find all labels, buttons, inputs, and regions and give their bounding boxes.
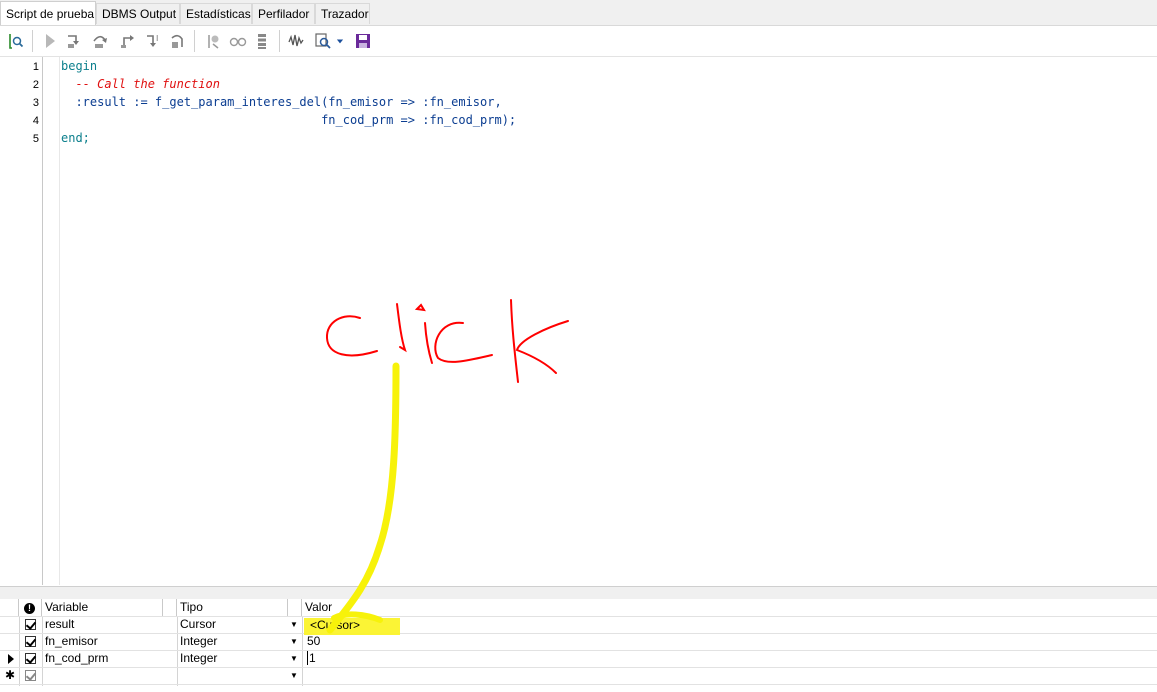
new-row[interactable]: ✱ ▼ [0, 667, 1157, 685]
new-row-marker-icon: ✱ [5, 668, 16, 682]
type-cell[interactable]: Cursor [177, 616, 287, 633]
line-number: 4 [32, 115, 39, 127]
variables-grid: ! Variable Tipo Valor result Cursor ▼ fn… [0, 599, 1157, 692]
line-number: 2 [32, 79, 39, 91]
code-line-comment[interactable]: -- Call the function [61, 75, 220, 93]
type-cell[interactable]: Integer [177, 633, 287, 650]
tab-strip: Script de prueba DBMS Output Estadística… [0, 0, 1157, 26]
save-icon[interactable] [353, 31, 373, 51]
type-dropdown-icon[interactable]: ▼ [289, 650, 299, 667]
code-line[interactable]: begin [61, 57, 97, 75]
value-cell[interactable]: 50 [304, 633, 604, 650]
tab-estadisticas[interactable]: Estadísticas [180, 3, 252, 24]
run-to-exception-icon[interactable]: I [143, 31, 163, 51]
type-cell[interactable]: Integer [177, 650, 287, 667]
column-header-valor[interactable]: Valor [302, 599, 1157, 616]
line-number: 5 [32, 133, 39, 145]
dropdown-icon[interactable] [333, 31, 347, 51]
column-header-variable[interactable]: Variable [42, 599, 177, 616]
line-number-gutter: 1 2 3 4 5 [0, 57, 43, 585]
type-dropdown-icon[interactable]: ▼ [289, 667, 299, 684]
line-number: 3 [32, 97, 39, 109]
code-line[interactable]: :result := f_get_param_interes_del(fn_em… [61, 93, 501, 111]
variable-name-cell[interactable]: fn_emisor [42, 633, 177, 650]
fold-gutter [43, 57, 60, 585]
row-enabled-checkbox[interactable] [25, 670, 36, 681]
tab-perfilador[interactable]: Perfilador [252, 3, 315, 24]
row-enabled-checkbox[interactable] [25, 636, 36, 647]
variable-name-cell[interactable]: fn_cod_prm [42, 650, 177, 667]
run-to-next-icon[interactable] [167, 31, 187, 51]
step-over-icon[interactable] [90, 31, 110, 51]
table-row[interactable]: fn_cod_prm Integer ▼ 1 [0, 650, 1157, 668]
step-into-icon[interactable] [63, 31, 83, 51]
line-number: 1 [32, 61, 39, 73]
column-header-tipo[interactable]: Tipo [177, 599, 302, 616]
search-icon[interactable] [313, 31, 333, 51]
column-resize-handle[interactable] [162, 599, 177, 616]
current-row-arrow-icon [8, 654, 14, 664]
step-out-icon[interactable] [117, 31, 137, 51]
toggle-breakpoint-icon[interactable] [203, 31, 223, 51]
profile-icon[interactable] [286, 31, 306, 51]
variable-name-cell[interactable]: result [42, 616, 177, 633]
code-line[interactable]: end; [61, 129, 90, 147]
value-cell-cursor[interactable]: <Cursor> [307, 617, 407, 634]
tab-script-de-prueba[interactable]: Script de prueba [0, 1, 96, 25]
info-icon: ! [19, 599, 42, 616]
tab-trazador[interactable]: Trazador [315, 3, 370, 24]
splitter[interactable] [0, 586, 1157, 600]
type-dropdown-icon[interactable]: ▼ [289, 616, 299, 633]
code-editor[interactable]: 1 2 3 4 5 begin -- Call the function :re… [0, 57, 1157, 585]
table-row[interactable]: result Cursor ▼ [0, 616, 1157, 634]
column-resize-handle[interactable] [287, 599, 302, 616]
run-icon[interactable] [40, 31, 60, 51]
execute-script-icon[interactable] [6, 31, 26, 51]
debug-toolbar: I [0, 26, 1157, 57]
row-indicator-header [0, 599, 19, 616]
code-line[interactable]: fn_cod_prm => :fn_cod_prm); [61, 111, 516, 129]
type-dropdown-icon[interactable]: ▼ [289, 633, 299, 650]
row-enabled-checkbox[interactable] [25, 653, 36, 664]
svg-text:I: I [156, 34, 158, 43]
grid-header: ! Variable Tipo Valor [0, 599, 1157, 617]
stack-icon[interactable] [252, 31, 272, 51]
watch-icon[interactable] [228, 31, 248, 51]
row-enabled-checkbox[interactable] [25, 619, 36, 630]
table-row[interactable]: fn_emisor Integer ▼ 50 [0, 633, 1157, 651]
tab-dbms-output[interactable]: DBMS Output [96, 3, 180, 24]
value-cell-editing[interactable]: 1 [304, 650, 604, 667]
